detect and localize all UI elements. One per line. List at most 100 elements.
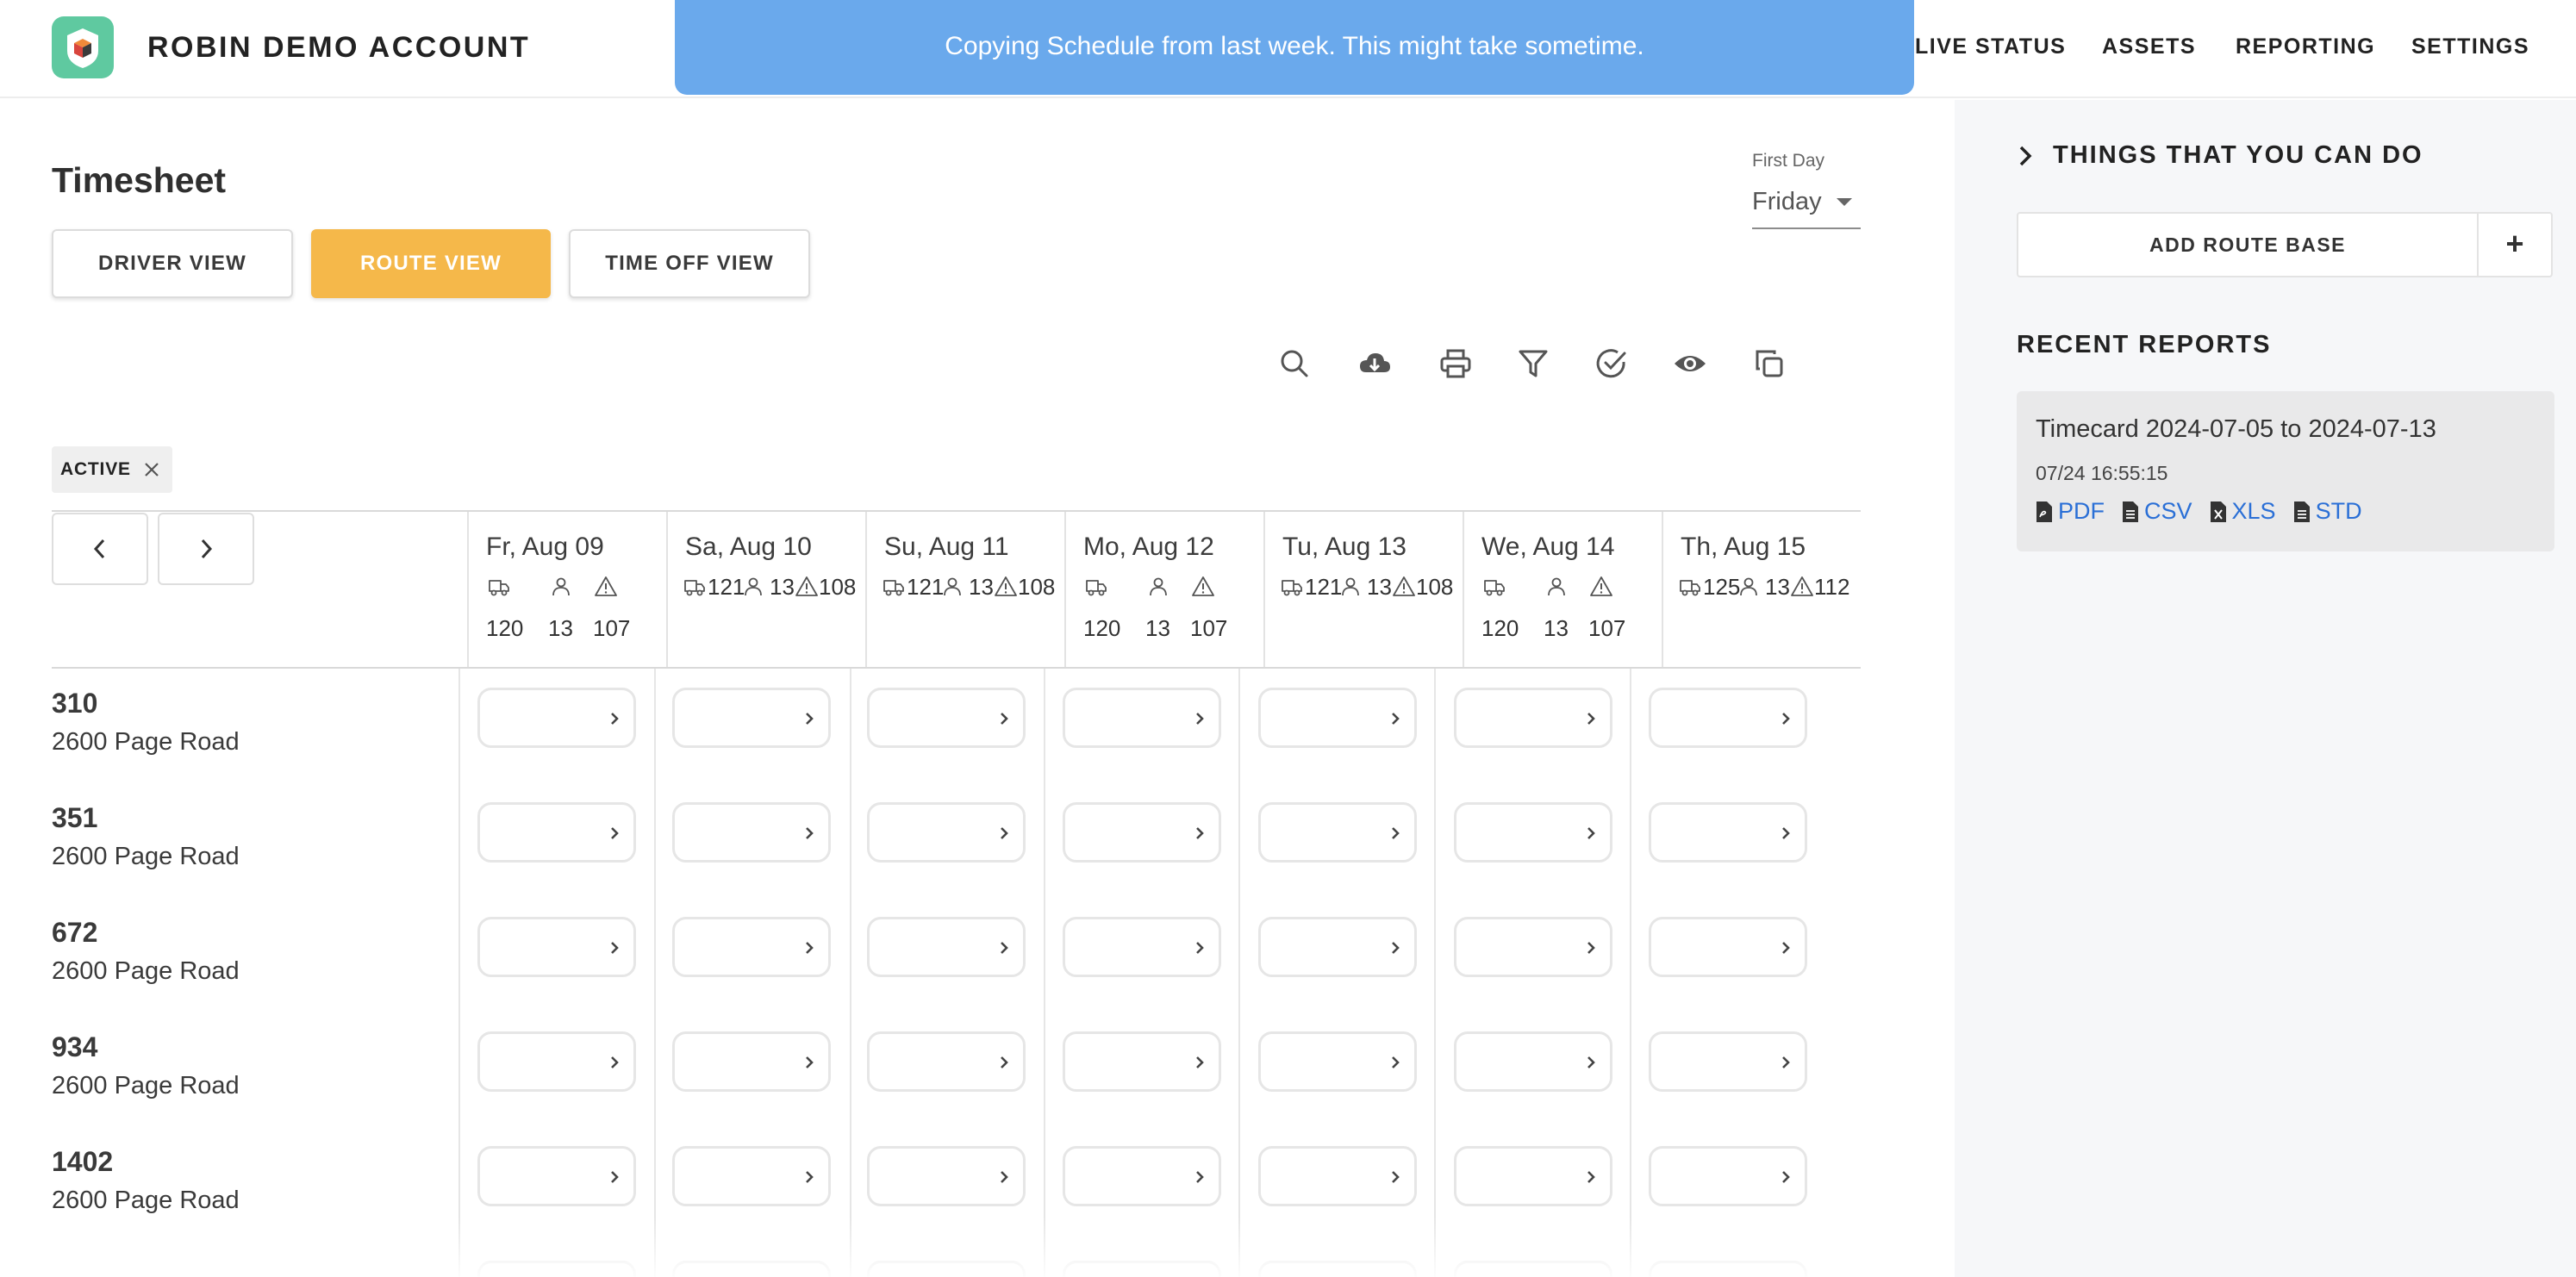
driver-view-button[interactable]: DRIVER VIEW bbox=[52, 229, 293, 298]
route-address: 2600 Page Road bbox=[52, 1187, 240, 1214]
close-icon[interactable] bbox=[143, 461, 160, 478]
schedule-cell[interactable] bbox=[477, 1146, 636, 1206]
schedule-cell[interactable] bbox=[1063, 1261, 1221, 1277]
schedule-cell[interactable] bbox=[477, 688, 636, 748]
schedule-cell[interactable] bbox=[477, 917, 636, 977]
report-csv-link[interactable]: CSV bbox=[2122, 498, 2192, 525]
nav-settings[interactable]: SETTINGS bbox=[2411, 34, 2529, 59]
schedule-cell[interactable] bbox=[867, 1261, 1026, 1277]
std-file-icon bbox=[2293, 501, 2310, 522]
schedule-cell[interactable] bbox=[1454, 688, 1612, 748]
day-drivers-count: 13 bbox=[1544, 615, 1569, 641]
schedule-cell[interactable] bbox=[1258, 1146, 1417, 1206]
filter-icon[interactable] bbox=[1516, 346, 1550, 381]
schedule-cell[interactable] bbox=[1454, 802, 1612, 863]
chevron-right-icon bbox=[1587, 1056, 1595, 1068]
schedule-cell[interactable] bbox=[1649, 917, 1807, 977]
schedule-cell[interactable] bbox=[672, 917, 831, 977]
schedule-cell[interactable] bbox=[1063, 802, 1221, 863]
schedule-cell[interactable] bbox=[1258, 802, 1417, 863]
schedule-cell[interactable] bbox=[1258, 917, 1417, 977]
report-links: PDF CSV XLS STD bbox=[2036, 498, 2380, 525]
day-trucks-count: 121 bbox=[1305, 574, 1343, 600]
schedule-cell[interactable] bbox=[1063, 917, 1221, 977]
chevron-right-icon bbox=[1196, 1171, 1204, 1183]
chevron-right-icon bbox=[806, 713, 814, 725]
schedule-cell[interactable] bbox=[477, 802, 636, 863]
schedule-cell[interactable] bbox=[1649, 1261, 1807, 1277]
previous-week-button[interactable] bbox=[52, 513, 148, 585]
chevron-right-icon bbox=[611, 1056, 619, 1068]
nav-reporting[interactable]: REPORTING bbox=[2236, 34, 2375, 59]
next-week-button[interactable] bbox=[158, 513, 254, 585]
chevron-right-icon bbox=[201, 539, 213, 559]
chevron-right-icon bbox=[611, 1171, 619, 1183]
chevron-right-icon bbox=[1587, 827, 1595, 839]
add-route-plus-button[interactable]: + bbox=[2479, 214, 2551, 276]
check-circle-icon[interactable] bbox=[1594, 346, 1629, 381]
day-alerts-count: 108 bbox=[1416, 574, 1454, 600]
pdf-file-icon bbox=[2036, 501, 2052, 522]
route-address: 2600 Page Road bbox=[52, 843, 240, 870]
schedule-cell[interactable] bbox=[1454, 1146, 1612, 1206]
report-std-link[interactable]: STD bbox=[2293, 498, 2362, 525]
time-off-view-button[interactable]: TIME OFF VIEW bbox=[569, 229, 810, 298]
print-icon[interactable] bbox=[1438, 346, 1473, 381]
schedule-cell[interactable] bbox=[1649, 1031, 1807, 1092]
schedule-cell[interactable] bbox=[1649, 688, 1807, 748]
schedule-cell[interactable] bbox=[477, 1031, 636, 1092]
schedule-cell[interactable] bbox=[1258, 1261, 1417, 1277]
nav-assets[interactable]: ASSETS bbox=[2102, 34, 2196, 59]
report-std-label: STD bbox=[2315, 498, 2362, 524]
column-divider bbox=[1434, 669, 1436, 1277]
schedule-cell[interactable] bbox=[867, 1146, 1026, 1206]
schedule-cell[interactable] bbox=[672, 1261, 831, 1277]
first-day-select[interactable]: Friday bbox=[1752, 183, 1861, 229]
warning-icon bbox=[595, 576, 617, 598]
schedule-cell[interactable] bbox=[1454, 917, 1612, 977]
schedule-cell[interactable] bbox=[1649, 1146, 1807, 1206]
schedule-cell[interactable] bbox=[672, 1146, 831, 1206]
schedule-cell[interactable] bbox=[1258, 1031, 1417, 1092]
schedule-cell[interactable] bbox=[1649, 802, 1807, 863]
first-day-value: Friday bbox=[1752, 188, 1822, 215]
report-xls-link[interactable]: XLS bbox=[2210, 498, 2276, 525]
day-trucks-count: 121 bbox=[907, 574, 945, 600]
column-divider bbox=[1630, 669, 1631, 1277]
schedule-cell[interactable] bbox=[1454, 1031, 1612, 1092]
report-pdf-link[interactable]: PDF bbox=[2036, 498, 2105, 525]
schedule-cell[interactable] bbox=[867, 802, 1026, 863]
eye-icon[interactable] bbox=[1673, 346, 1707, 381]
schedule-cell[interactable] bbox=[867, 1031, 1026, 1092]
right-sidebar: THINGS THAT YOU CAN DO ADD ROUTE BASE + … bbox=[1955, 100, 2576, 1277]
search-icon[interactable] bbox=[1277, 346, 1312, 381]
things-you-can-do-toggle[interactable]: THINGS THAT YOU CAN DO bbox=[2017, 141, 2423, 170]
schedule-cell[interactable] bbox=[672, 1031, 831, 1092]
add-route-base-button[interactable]: ADD ROUTE BASE bbox=[2018, 214, 2479, 276]
nav-live-status[interactable]: LIVE STATUS bbox=[1915, 34, 2066, 59]
route-number: 310 bbox=[52, 688, 98, 719]
chevron-right-icon bbox=[1392, 1056, 1400, 1068]
driver-icon bbox=[742, 576, 764, 598]
schedule-cell[interactable] bbox=[867, 917, 1026, 977]
day-trucks-count: 120 bbox=[1481, 615, 1519, 641]
schedule-cell[interactable] bbox=[1454, 1261, 1612, 1277]
copy-icon[interactable] bbox=[1752, 346, 1787, 381]
logo-icon[interactable] bbox=[52, 16, 114, 78]
schedule-cell[interactable] bbox=[867, 688, 1026, 748]
schedule-cell[interactable] bbox=[672, 688, 831, 748]
schedule-cell[interactable] bbox=[1258, 688, 1417, 748]
route-view-button[interactable]: ROUTE VIEW bbox=[311, 229, 551, 298]
first-day-label: First Day bbox=[1752, 151, 1824, 171]
chevron-right-icon bbox=[1587, 942, 1595, 954]
schedule-cell[interactable] bbox=[1063, 688, 1221, 748]
day-alerts-count: 107 bbox=[1190, 615, 1228, 641]
schedule-cell[interactable] bbox=[477, 1261, 636, 1277]
cloud-download-icon[interactable] bbox=[1357, 346, 1392, 381]
warning-icon bbox=[1590, 576, 1612, 598]
chevron-right-icon bbox=[806, 1056, 814, 1068]
schedule-cell[interactable] bbox=[1063, 1146, 1221, 1206]
day-column-header: Fr, Aug 09 120 13 107 bbox=[467, 512, 666, 667]
schedule-cell[interactable] bbox=[672, 802, 831, 863]
schedule-cell[interactable] bbox=[1063, 1031, 1221, 1092]
